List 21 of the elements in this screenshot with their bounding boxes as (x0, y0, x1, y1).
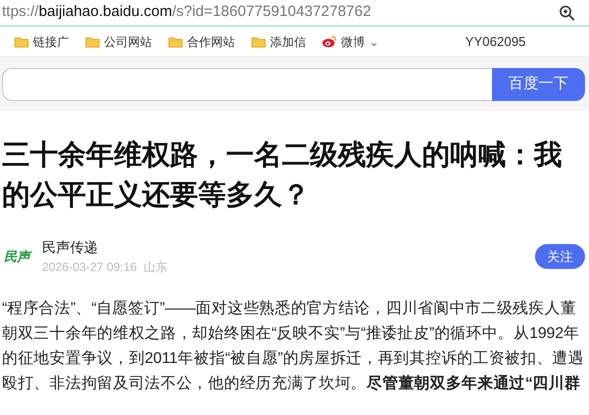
folder-icon (251, 36, 266, 48)
author-logo: 民声 (4, 248, 33, 266)
follow-button[interactable]: 关注 (535, 244, 585, 270)
zoom-icon[interactable] (559, 4, 575, 20)
article-paragraph: “程序合法”、“自愿签订”——面对这些熟悉的官方结论，四川省阆中市二级残疾人董朝双三十余年的维权之路，却始终困在“反映不实”与“推诿扯皮”的循环中。从1992年的征地安置争议，到2011年被指“被自愿”的房屋拆迁，再到其控诉的工资被扣、遭遇殴打、非法拘留及司法不公，他的经历充满了坎坷。尽管董朝双多年来通过“四川群 (2, 299, 585, 394)
search-button[interactable]: 百度一下 (492, 68, 585, 101)
bookmark-item[interactable]: 链接广 (14, 32, 69, 50)
article-title: 三十余年维权路，一名二级残疾人的呐喊：我的公平正义还要等多久？ (2, 138, 563, 212)
bookmark-item[interactable]: 添加信 (251, 32, 306, 50)
folder-icon (14, 36, 29, 48)
search-field[interactable] (2, 68, 492, 101)
weibo-icon (322, 35, 337, 48)
bookmark-item[interactable]: YY062095 (465, 32, 526, 52)
folder-icon (168, 36, 183, 48)
post-meta: 2026-03-27 09:16 山东 (42, 259, 168, 276)
bookmark-item[interactable]: 合作网站 (168, 32, 235, 50)
author-name[interactable]: 民声传递 (42, 237, 98, 258)
bookmark-item[interactable]: 公司网站 (85, 32, 152, 50)
folder-icon (85, 36, 100, 48)
address-field[interactable]: ttps://baijiahao.baidu.com/s?id=1860775910437278762 (2, 1, 372, 24)
bookmark-item[interactable]: 微博 ⌄ (322, 32, 380, 50)
